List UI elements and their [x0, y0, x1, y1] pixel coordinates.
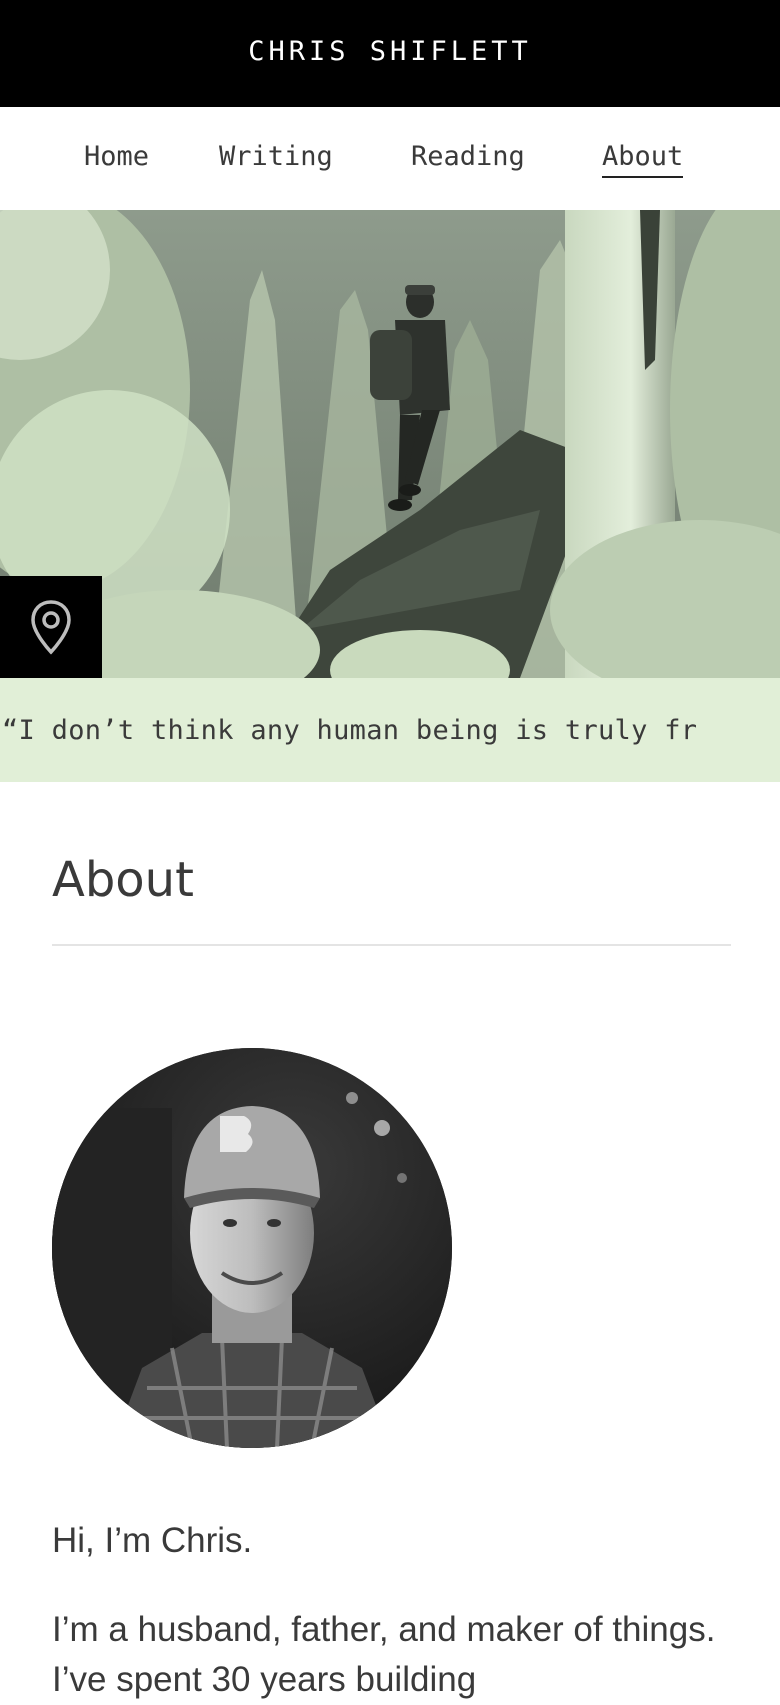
location-button[interactable]	[0, 576, 102, 678]
nav-item-home[interactable]: Home	[84, 141, 149, 176]
hero-photo	[0, 210, 780, 678]
profile-photo	[52, 1048, 452, 1448]
intro-text: I’m a husband, father, and maker of thin…	[52, 1610, 716, 1699]
title-divider	[52, 944, 731, 946]
nav-item-reading[interactable]: Reading	[411, 141, 525, 176]
quote-banner: “I don’t think any human being is truly …	[0, 678, 780, 782]
nav-item-about[interactable]: About	[602, 141, 684, 178]
hero-hiker-image	[0, 210, 780, 678]
site-title-link[interactable]: CHRIS SHIFLETT	[248, 36, 532, 71]
map-pin-icon	[31, 600, 71, 655]
nav-item-writing[interactable]: Writing	[219, 141, 333, 176]
main-nav: Home Writing Reading About	[0, 107, 780, 210]
site-header: CHRIS SHIFLETT	[0, 0, 780, 107]
greeting-text: Hi, I’m Chris.	[52, 1521, 253, 1560]
quote-text: “I don’t think any human being is truly …	[2, 714, 698, 746]
avatar	[52, 1048, 452, 1448]
page-title: About	[52, 852, 194, 908]
